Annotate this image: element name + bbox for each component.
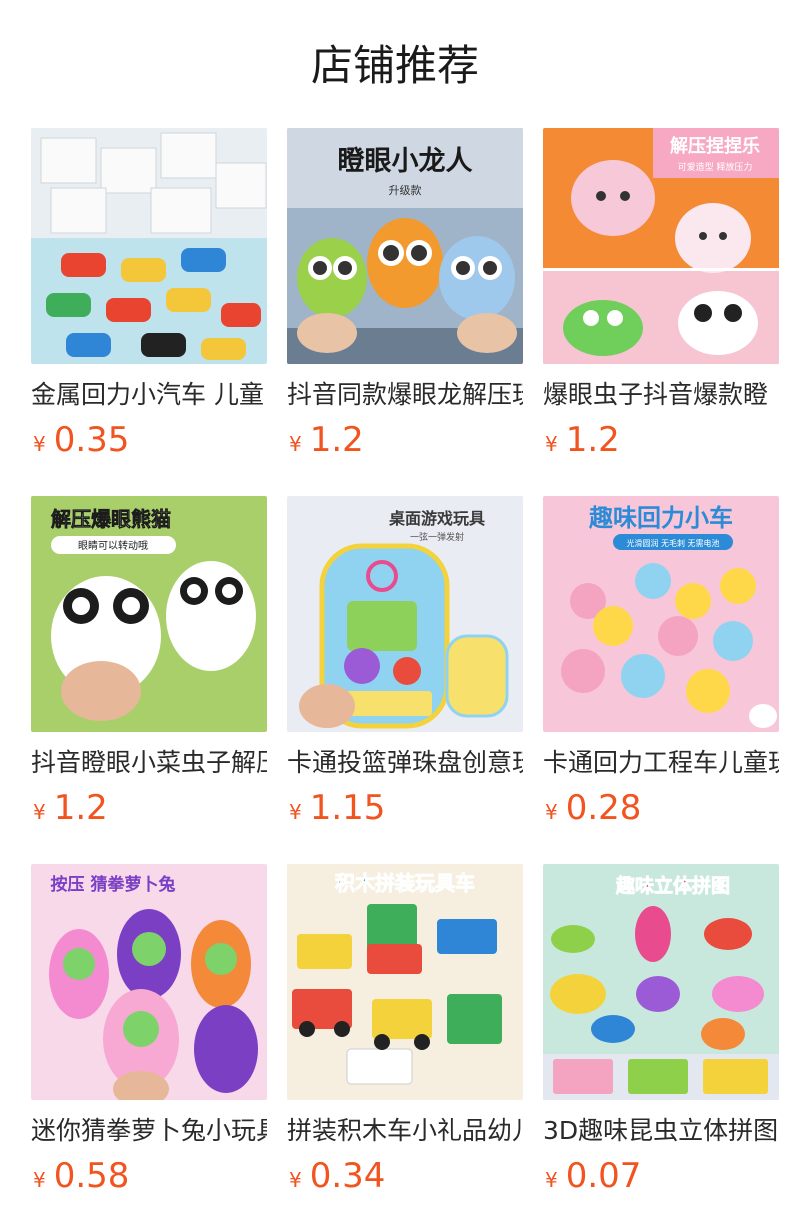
currency-symbol: ¥ [545,800,558,824]
product-name[interactable]: 金属回力小汽车 儿童 [31,378,267,412]
image-label: 解压捏捏乐 [670,135,760,157]
price-value: 1.2 [53,788,108,828]
product-price: ¥0.35 [31,418,267,462]
product-name[interactable]: 卡通回力工程车儿童玩具 [543,746,779,780]
price-value: 0.34 [309,1156,386,1196]
image-sublabel: 升级款 [389,183,422,197]
image-sublabel: 可爱造型 释放压力 [678,161,753,173]
product-card[interactable]: 解压爆眼熊猫 眼睛可以转动哦 抖音瞪眼小菜虫子解压玩具 ¥1.2 [31,496,267,864]
product-price: ¥1.15 [287,786,523,830]
product-card[interactable]: 积木拼装玩具车 拼装积木车小礼品幼儿园 ¥0.34 [287,864,523,1232]
product-image[interactable]: 瞪眼小龙人 升级款 [287,128,523,364]
price-value: 0.58 [53,1156,130,1196]
price-value: 0.35 [53,420,130,460]
product-name[interactable]: 拼装积木车小礼品幼儿园 [287,1114,523,1148]
product-name[interactable]: 抖音同款爆眼龙解压玩具 [287,378,523,412]
price-value: 0.07 [565,1156,642,1196]
product-name[interactable]: 爆眼虫子抖音爆款瞪 [543,378,779,412]
product-image[interactable]: 趣味回力小车 光滑圆润 无毛刺 无需电池 [543,496,779,732]
image-label: 桌面游戏玩具 [389,509,485,528]
product-image[interactable]: 解压爆眼熊猫 眼睛可以转动哦 [31,496,267,732]
product-card[interactable]: 瞪眼小龙人 升级款 抖音同款爆眼龙解压玩具 ¥1.2 [287,128,523,496]
currency-symbol: ¥ [33,800,46,824]
product-image[interactable]: 桌面游戏玩具 一弦一弹发射 [287,496,523,732]
currency-symbol: ¥ [33,1168,46,1192]
currency-symbol: ¥ [289,800,302,824]
product-card[interactable]: 解压捏捏乐 可爱造型 释放压力 爆眼虫子抖音爆款瞪 ¥1.2 [543,128,779,496]
product-card[interactable]: 按压 猜拳萝卜兔 迷你猜拳萝卜兔小玩具 ¥0.58 [31,864,267,1232]
currency-symbol: ¥ [289,1168,302,1192]
image-sublabel: 一弦一弹发射 [410,531,464,543]
currency-symbol: ¥ [33,432,46,456]
price-value: 1.2 [565,420,620,460]
product-price: ¥1.2 [287,418,523,462]
product-card[interactable]: 金属回力小汽车 儿童 ¥0.35 [31,128,267,496]
product-card[interactable]: 趣味立体拼图 3D趣味昆虫立体拼图 ¥0.07 [543,864,779,1232]
product-name[interactable]: 抖音瞪眼小菜虫子解压玩具 [31,746,267,780]
currency-symbol: ¥ [545,432,558,456]
price-value: 0.28 [565,788,642,828]
product-price: ¥1.2 [31,786,267,830]
product-price: ¥0.07 [543,1154,779,1198]
product-image[interactable]: 积木拼装玩具车 [287,864,523,1100]
product-grid: 金属回力小汽车 儿童 ¥0.35 瞪眼小龙人 升级款 抖音同款爆眼龙解压 ¥ 1… [31,128,779,1232]
product-image[interactable] [31,128,267,364]
product-price: ¥0.58 [31,1154,267,1198]
currency-symbol: ¥ [545,1168,558,1192]
image-label: 按压 猜拳萝卜兔 [51,874,176,895]
product-card[interactable]: 桌面游戏玩具 一弦一弹发射 卡通投篮弹珠盘创意玩具 ¥1.15 [287,496,523,864]
product-price: ¥0.34 [287,1154,523,1198]
image-label: 解压爆眼熊猫 [51,507,171,531]
price-value: 1.15 [309,788,386,828]
image-label: 趣味立体拼图 [615,874,730,897]
product-name[interactable]: 迷你猜拳萝卜兔小玩具 [31,1114,267,1148]
image-sublabel: 眼睛可以转动哦 [78,539,148,552]
product-image[interactable]: 解压捏捏乐 可爱造型 释放压力 [543,128,779,364]
image-sublabel: 光滑圆润 无毛刺 无需电池 [626,538,719,548]
product-name[interactable]: 3D趣味昆虫立体拼图 [543,1114,779,1148]
product-price: ¥0.28 [543,786,779,830]
image-label: 瞪眼小龙人 [338,146,473,177]
currency-symbol: ¥ [289,432,302,456]
image-label: 积木拼装玩具车 [335,871,475,895]
product-name[interactable]: 卡通投篮弹珠盘创意玩具 [287,746,523,780]
product-card[interactable]: 趣味回力小车 光滑圆润 无毛刺 无需电池 卡通回力工程车儿童玩具 ¥0.28 [543,496,779,864]
page-title: 店铺推荐 [310,41,479,90]
product-image[interactable]: 按压 猜拳萝卜兔 [31,864,267,1100]
product-price: ¥1.2 [543,418,779,462]
product-image[interactable]: 趣味立体拼图 [543,864,779,1100]
price-value: 1.2 [309,420,364,460]
image-label: 趣味回力小车 [588,504,733,532]
